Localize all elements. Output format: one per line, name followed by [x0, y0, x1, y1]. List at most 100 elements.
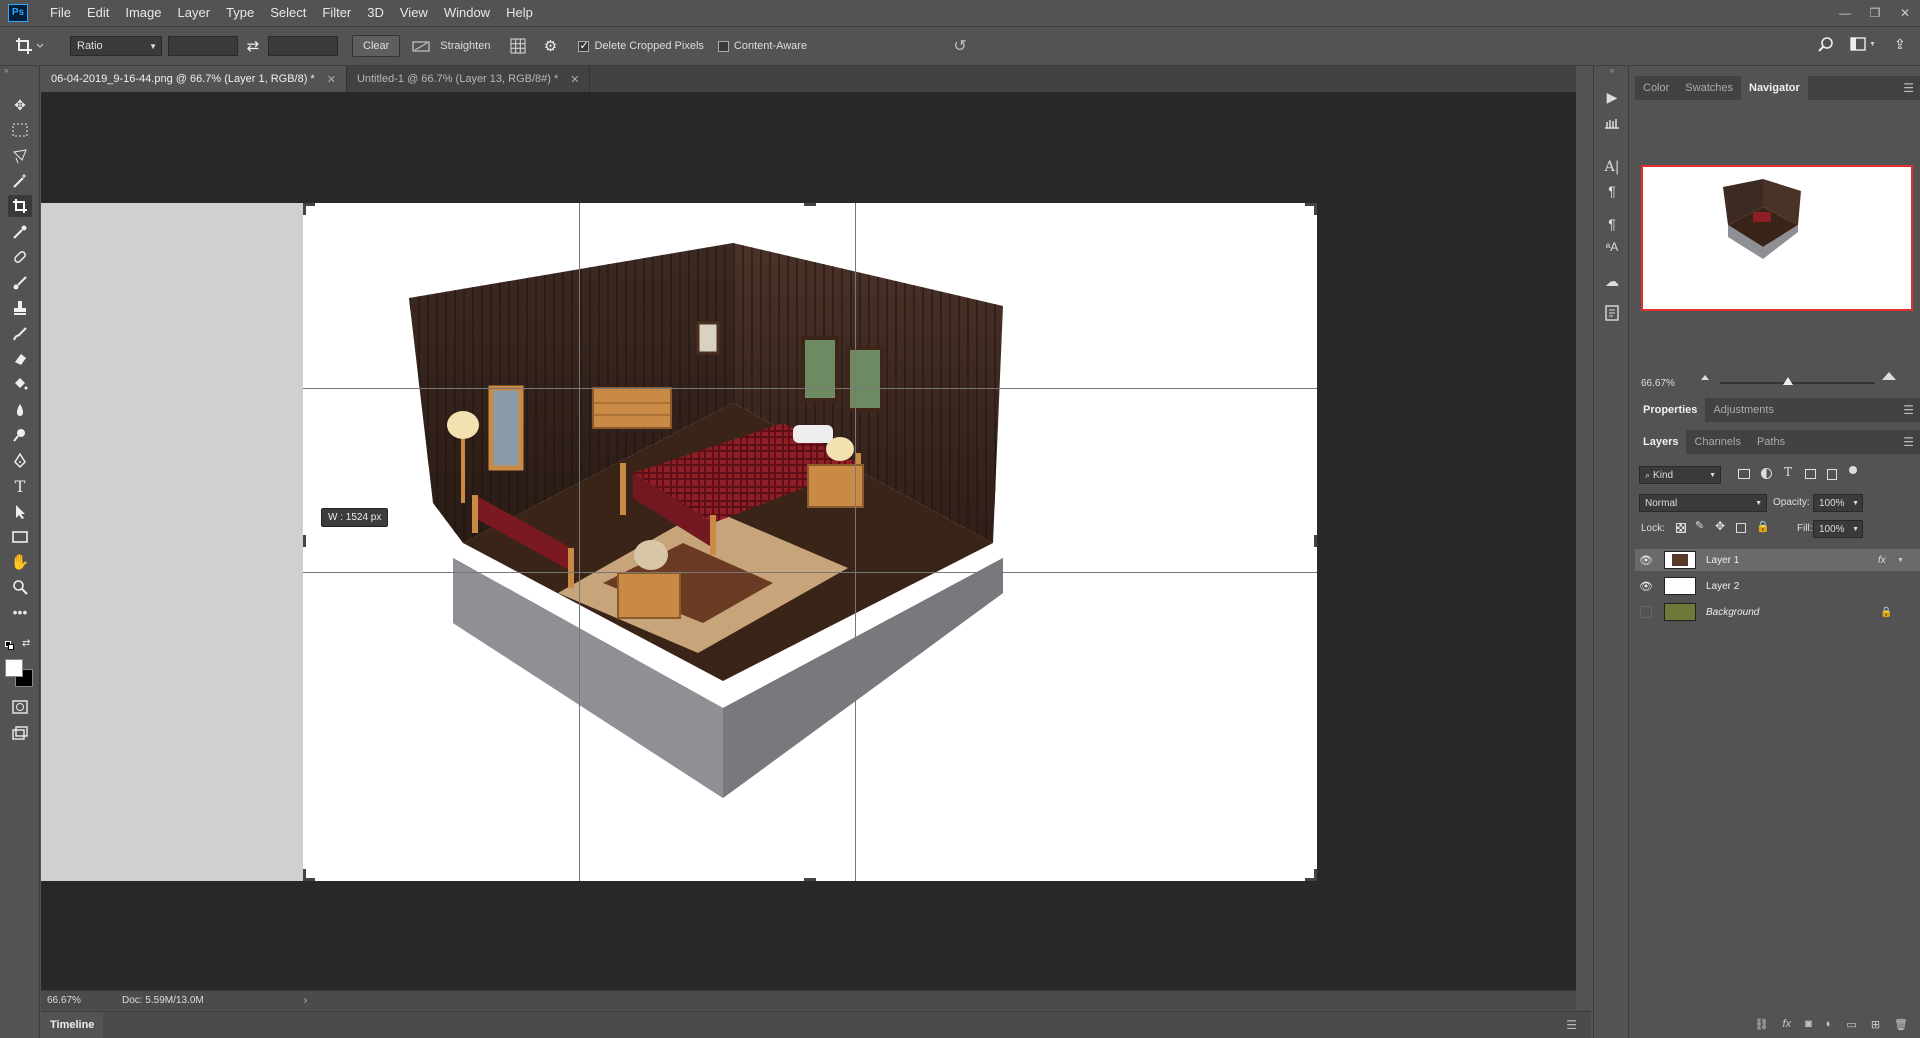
- crop-handle-bottom-left[interactable]: [303, 869, 306, 881]
- chevron-right-icon[interactable]: ›: [304, 995, 307, 1006]
- share-icon[interactable]: ⇪: [1894, 36, 1912, 53]
- menu-file[interactable]: File: [42, 0, 79, 25]
- tab-color[interactable]: Color: [1635, 76, 1677, 100]
- lock-position-icon[interactable]: ✥: [1715, 519, 1725, 533]
- link-layers-icon[interactable]: ⛓: [1755, 1018, 1769, 1031]
- reset-crop-icon[interactable]: ↺: [950, 36, 970, 56]
- crop-tool-preset-icon[interactable]: [14, 36, 48, 56]
- tab-adjustments[interactable]: Adjustments: [1705, 398, 1782, 422]
- lasso-tool-icon[interactable]: [8, 145, 32, 167]
- lock-all-icon[interactable]: 🔒: [1756, 520, 1770, 533]
- screen-mode-icon[interactable]: [8, 722, 32, 744]
- tab-document-1[interactable]: 06-04-2019_9-16-44.png @ 66.7% (Layer 1,…: [41, 66, 347, 92]
- checkbox-checked[interactable]: [578, 39, 590, 52]
- zoom-out-icon[interactable]: [1701, 375, 1709, 380]
- navigator-zoom-slider[interactable]: [1720, 382, 1875, 384]
- fx-icon[interactable]: fx: [1783, 1018, 1792, 1030]
- paint-bucket-tool-icon[interactable]: [8, 373, 32, 395]
- tab-paths[interactable]: Paths: [1749, 430, 1793, 454]
- layer-row-layer-2[interactable]: 👁 Layer 2: [1635, 575, 1920, 597]
- navigator-preview[interactable]: [1641, 165, 1913, 311]
- minimize-button[interactable]: —: [1830, 0, 1860, 25]
- document-canvas[interactable]: [303, 203, 1317, 881]
- checkbox-unchecked[interactable]: [717, 40, 729, 52]
- healing-brush-tool-icon[interactable]: [8, 246, 32, 268]
- search-icon[interactable]: [1818, 37, 1836, 56]
- crop-handle-top[interactable]: [804, 203, 816, 206]
- trash-icon[interactable]: 🗑: [1894, 1018, 1908, 1031]
- filter-adjustment-icon[interactable]: [1761, 468, 1772, 479]
- zoom-in-icon[interactable]: [1882, 372, 1896, 380]
- status-zoom[interactable]: 66.67%: [47, 995, 122, 1006]
- clone-stamp-tool-icon[interactable]: [8, 297, 32, 319]
- ratio-select[interactable]: Ratio ▼: [70, 36, 162, 56]
- menu-help[interactable]: Help: [498, 0, 541, 25]
- quick-mask-icon[interactable]: [8, 696, 32, 718]
- content-aware-checkbox[interactable]: Content-Aware: [717, 40, 807, 52]
- history-icon[interactable]: [1600, 302, 1624, 324]
- slider-knob[interactable]: [1783, 377, 1793, 385]
- lock-image-icon[interactable]: ✎: [1695, 519, 1704, 532]
- paragraph-styles-icon[interactable]: ¶: [1600, 213, 1624, 235]
- panel-menu-icon[interactable]: ☰: [1903, 403, 1914, 417]
- dodge-tool-icon[interactable]: [8, 424, 32, 446]
- new-group-icon[interactable]: ▭: [1846, 1018, 1856, 1031]
- lock-artboard-icon[interactable]: [1736, 523, 1746, 533]
- tab-swatches[interactable]: Swatches: [1677, 76, 1741, 100]
- gear-icon[interactable]: ⚙: [540, 37, 560, 55]
- delete-cropped-checkbox[interactable]: Delete Cropped Pixels: [578, 39, 704, 52]
- crop-handle-top-left[interactable]: [303, 203, 306, 215]
- menu-layer[interactable]: Layer: [170, 0, 219, 25]
- menu-select[interactable]: Select: [262, 0, 314, 25]
- ratio-width-input[interactable]: [168, 36, 238, 56]
- tab-timeline[interactable]: Timeline: [41, 1012, 104, 1038]
- default-colors-icon[interactable]: [5, 641, 15, 651]
- tab-channels[interactable]: Channels: [1686, 430, 1748, 454]
- brush-tool-icon[interactable]: [8, 272, 32, 294]
- tab-navigator[interactable]: Navigator: [1741, 76, 1808, 100]
- panel-menu-icon[interactable]: ☰: [1903, 81, 1914, 95]
- crop-handle-right[interactable]: [1314, 535, 1317, 547]
- filter-type-icon[interactable]: T: [1784, 465, 1792, 479]
- menu-view[interactable]: View: [392, 0, 436, 25]
- layer-row-layer-1[interactable]: 👁 Layer 1 fx ▼: [1635, 549, 1920, 571]
- menu-window[interactable]: Window: [436, 0, 498, 25]
- navigator-zoom-value[interactable]: 66.67%: [1641, 378, 1675, 389]
- foreground-color-swatch[interactable]: [5, 659, 23, 677]
- paragraph-icon[interactable]: ¶: [1600, 180, 1624, 202]
- crop-handle-left[interactable]: [303, 535, 306, 547]
- overlay-grid-icon[interactable]: [510, 38, 530, 54]
- straighten-label[interactable]: Straighten: [440, 40, 490, 52]
- canvas-area[interactable]: W : 1524 px: [41, 92, 1576, 990]
- type-tool-icon[interactable]: T: [8, 475, 32, 497]
- menu-image[interactable]: Image: [117, 0, 169, 25]
- close-window-button[interactable]: ✕: [1890, 0, 1920, 25]
- opacity-input[interactable]: 100% ▼: [1813, 494, 1863, 512]
- panel-menu-icon[interactable]: ☰: [1566, 1018, 1577, 1032]
- filter-pixel-icon[interactable]: [1738, 469, 1750, 479]
- adjustment-layer-icon[interactable]: ◐: [1826, 1018, 1833, 1030]
- ratio-height-input[interactable]: [268, 36, 338, 56]
- eye-icon[interactable]: 👁: [1638, 575, 1654, 597]
- lock-transparent-icon[interactable]: [1676, 523, 1686, 533]
- brush-settings-icon[interactable]: [1600, 112, 1624, 134]
- fx-icon[interactable]: fx: [1878, 555, 1886, 566]
- close-tab-icon[interactable]: ✕: [327, 73, 336, 86]
- character-styles-icon[interactable]: ᵃA: [1600, 236, 1624, 258]
- menu-edit[interactable]: Edit: [79, 0, 117, 25]
- history-brush-tool-icon[interactable]: [8, 323, 32, 345]
- character-icon[interactable]: A|: [1600, 156, 1624, 178]
- eraser-tool-icon[interactable]: [8, 348, 32, 370]
- eyedropper-tool-icon[interactable]: [8, 221, 32, 243]
- hand-tool-icon[interactable]: ✋: [8, 551, 32, 573]
- restore-button[interactable]: ❐: [1860, 0, 1890, 25]
- layer-row-background[interactable]: Background 🔒: [1635, 601, 1920, 623]
- workspace-icon[interactable]: ▼: [1850, 37, 1880, 51]
- swap-colors-icon[interactable]: ⇄: [22, 638, 30, 649]
- filter-smart-object-icon[interactable]: [1827, 469, 1837, 480]
- crop-tool-icon[interactable]: [8, 195, 32, 217]
- crop-handle-top-right[interactable]: [1314, 203, 1317, 215]
- menu-filter[interactable]: Filter: [314, 0, 359, 25]
- panel-menu-icon[interactable]: ☰: [1903, 435, 1914, 449]
- filter-shape-icon[interactable]: [1805, 469, 1816, 479]
